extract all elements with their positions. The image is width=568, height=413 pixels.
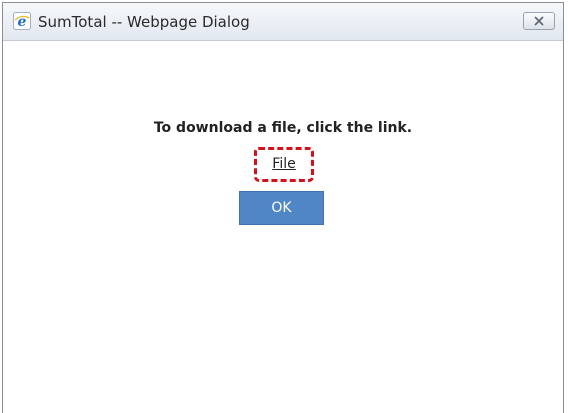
ok-button[interactable]: OK [239,191,324,225]
ie-logo-icon: e [13,12,31,30]
file-link-highlight: File [254,147,314,182]
dialog-content: To download a file, click the link. File… [3,41,563,413]
window-title: SumTotal -- Webpage Dialog [38,13,250,31]
close-button[interactable] [523,12,555,30]
webpage-dialog-window: e SumTotal -- Webpage Dialog To download… [2,2,564,413]
title-bar: e SumTotal -- Webpage Dialog [3,3,563,41]
close-icon [534,16,544,26]
file-download-link[interactable]: File [257,156,311,172]
download-instruction: To download a file, click the link. [153,120,413,136]
